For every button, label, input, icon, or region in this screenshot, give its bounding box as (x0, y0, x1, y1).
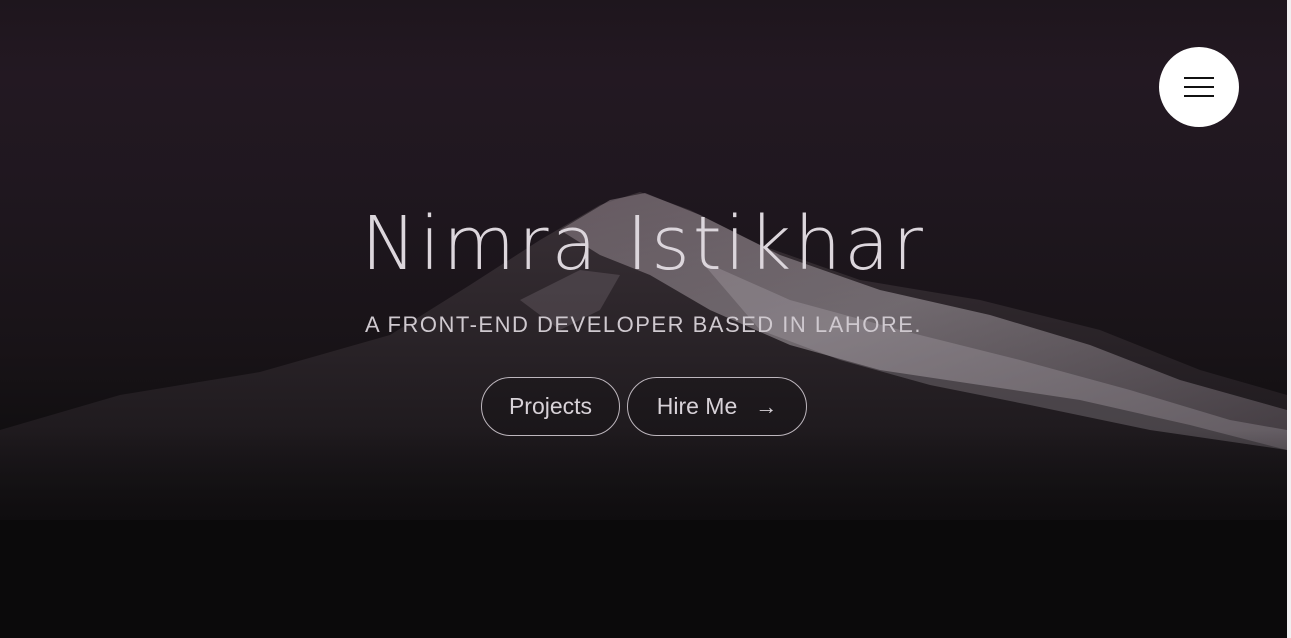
cta-buttons: Projects Hire Me → (481, 377, 807, 436)
arrow-right-icon: → (755, 393, 778, 419)
page-scrollbar[interactable] (1287, 0, 1291, 638)
projects-button-label: Projects (508, 393, 593, 419)
hero-tagline: A FRONT-END DEVELOPER BASED IN LAHORE. (364, 312, 922, 337)
hero-title: Nimra Istikhar (361, 201, 926, 287)
hire-me-button[interactable]: Hire Me → (627, 377, 807, 436)
hero-section: Nimra Istikhar A FRONT-END DEVELOPER BAS… (0, 0, 1287, 638)
hero-content: Nimra Istikhar A FRONT-END DEVELOPER BAS… (0, 0, 1287, 638)
projects-button[interactable]: Projects (481, 377, 620, 436)
hire-me-button-label: Hire Me (656, 393, 738, 419)
